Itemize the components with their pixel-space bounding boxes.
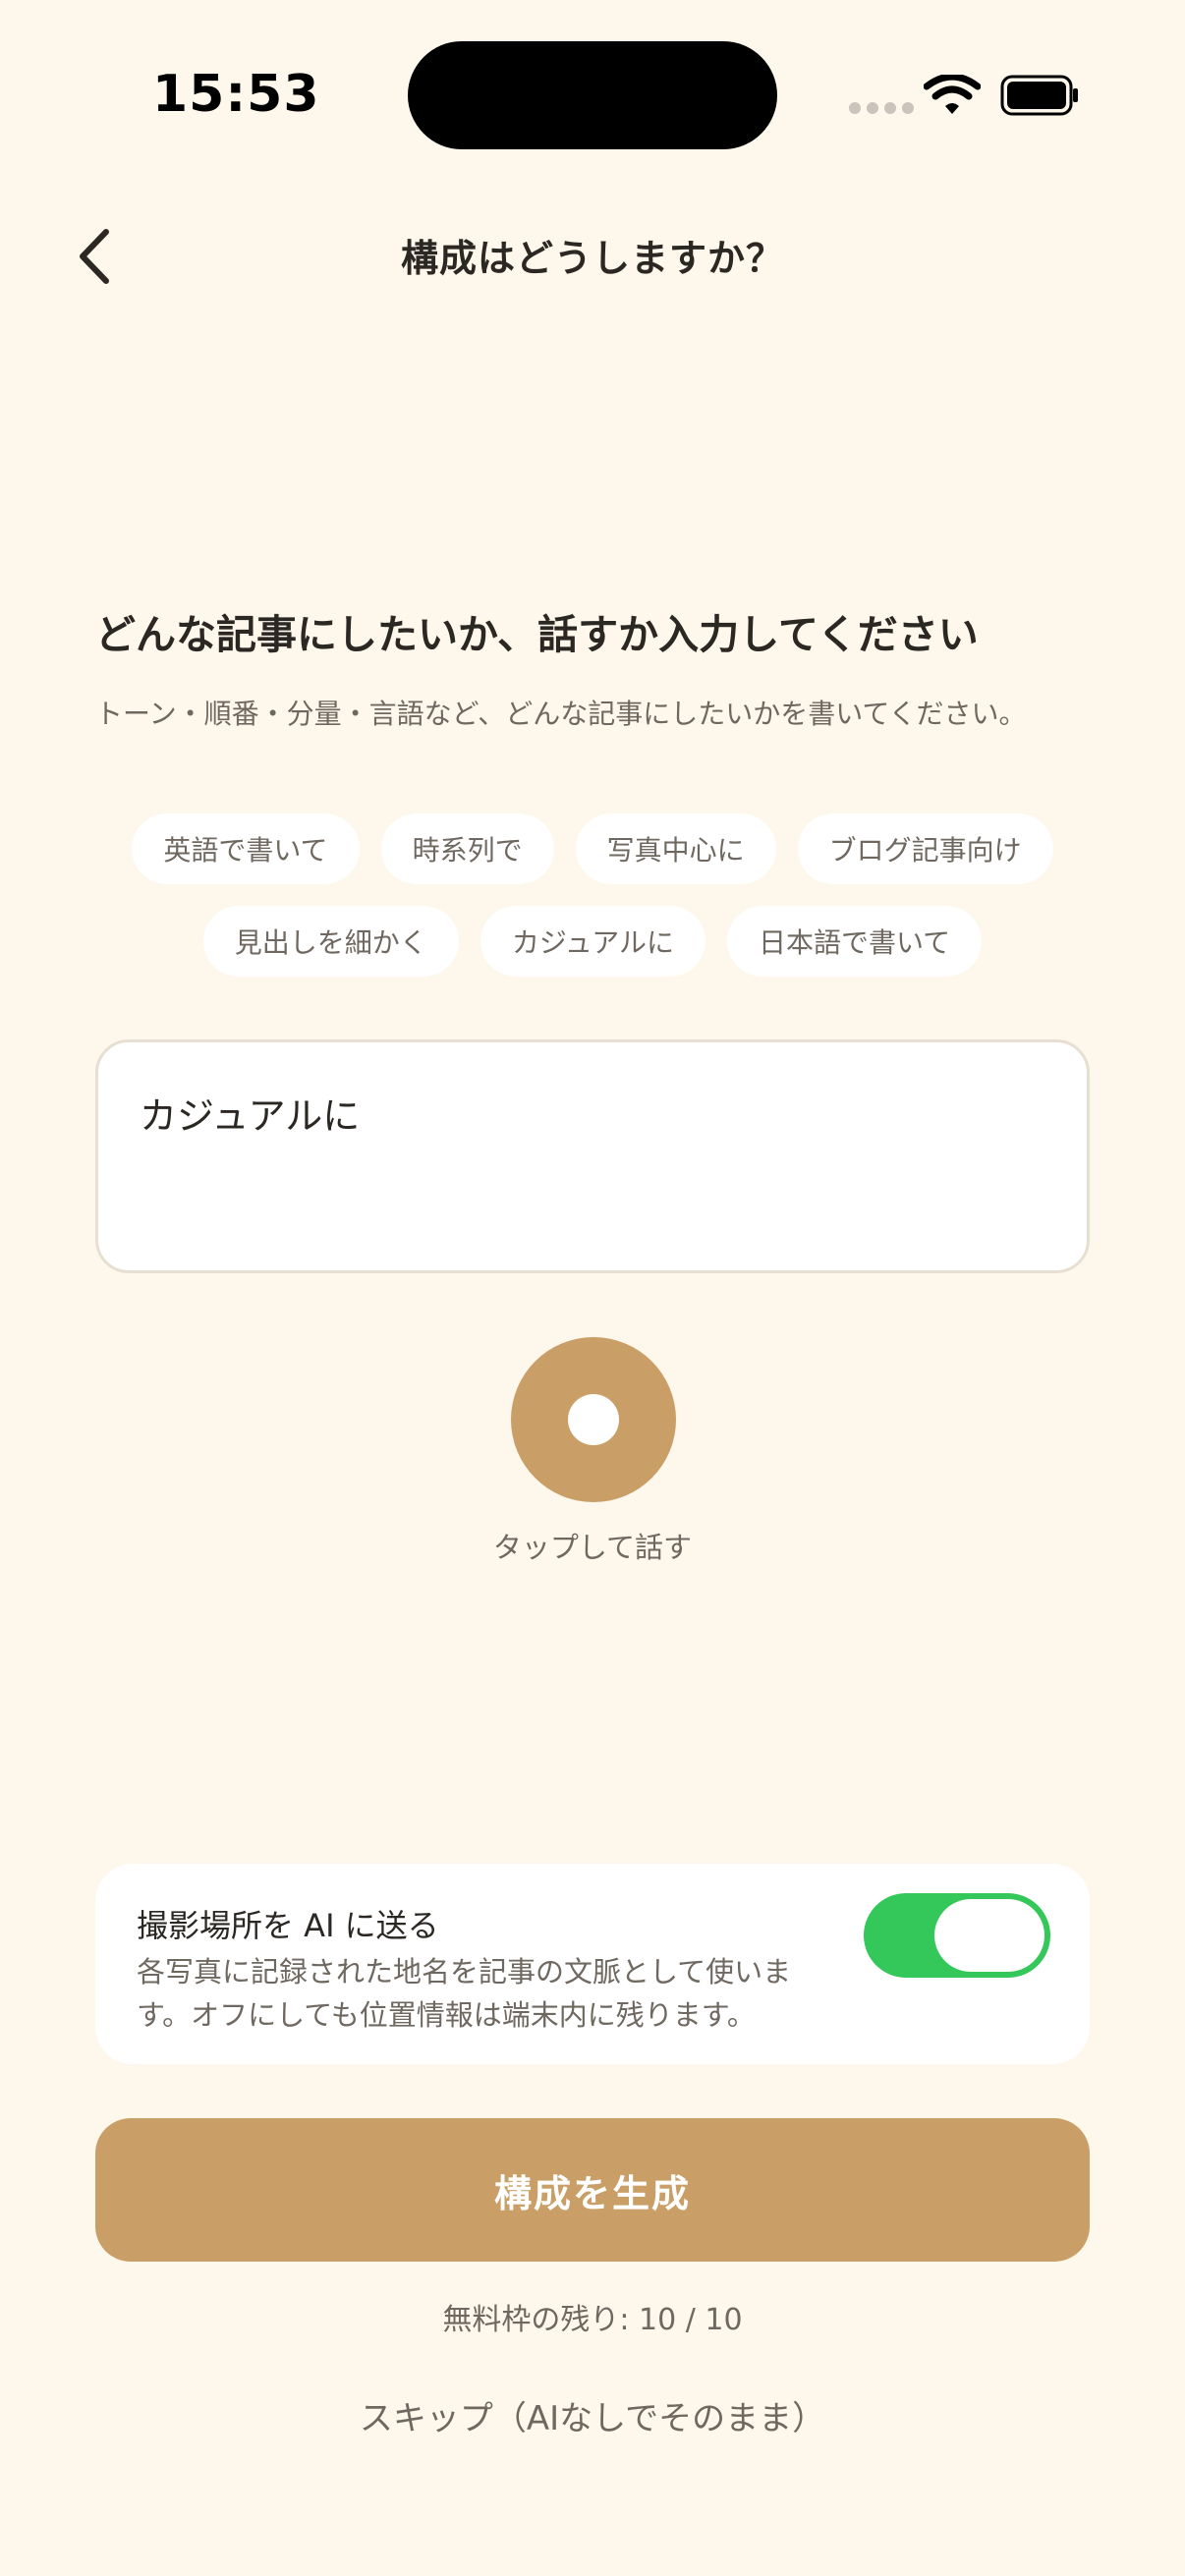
voice-record-button[interactable] (511, 1337, 676, 1502)
location-setting-description: 各写真に記録された地名を記事の文脈として使います。オフにしても位置情報は端末内に… (137, 1955, 792, 2032)
chip-chronological[interactable]: 時系列で (380, 813, 554, 884)
chip-photo-focused[interactable]: 写真中心に (575, 813, 776, 884)
chip-japanese[interactable]: 日本語で書いて (727, 906, 983, 977)
wifi-icon (924, 75, 981, 114)
chip-detailed-headings[interactable]: 見出しを細かく (202, 906, 459, 977)
dynamic-island (408, 41, 777, 149)
chip-blog-post[interactable]: ブログ記事向け (797, 813, 1053, 884)
screen: 15:53 構成はどうしますか？ どんな記事にしたいか、話すか入力してください … (0, 0, 1185, 2576)
prompt-heading: どんな記事にしたいか、話すか入力してください (95, 611, 979, 658)
chip-english[interactable]: 英語で書いて (132, 813, 360, 884)
skip-button[interactable]: スキップ（AIなしでそのまま） (0, 2391, 1185, 2439)
chip-casual[interactable]: カジュアルに (480, 906, 706, 977)
record-dot-icon (568, 1394, 619, 1445)
prompt-subtitle: トーン・順番・分量・言語など、どんな記事にしたいかを書いてください。 (95, 698, 1027, 730)
location-setting-title: 撮影場所を AI に送る (137, 1907, 439, 1944)
battery-icon (1000, 75, 1078, 116)
generate-button[interactable]: 構成を生成 (95, 2118, 1090, 2262)
status-time: 15:53 (152, 65, 320, 124)
instruction-input[interactable]: カジュアルに (95, 1039, 1090, 1273)
suggestion-chips-row-2: 見出しを細かく カジュアルに 日本語で書いて (0, 906, 1185, 977)
cellular-signal-icon (849, 102, 914, 114)
suggestion-chips-row-1: 英語で書いて 時系列で 写真中心に ブログ記事向け (0, 813, 1185, 884)
voice-label: タップして話す (492, 1531, 693, 1564)
location-setting-card: 撮影場所を AI に送る 各写真に記録された地名を記事の文脈として使います。オフ… (95, 1864, 1090, 2064)
location-toggle[interactable] (864, 1893, 1050, 1978)
toggle-knob (934, 1899, 1044, 1972)
free-quota-text: 無料枠の残り: 10 / 10 (442, 2303, 743, 2337)
page-title: 構成はどうしますか？ (400, 237, 784, 280)
